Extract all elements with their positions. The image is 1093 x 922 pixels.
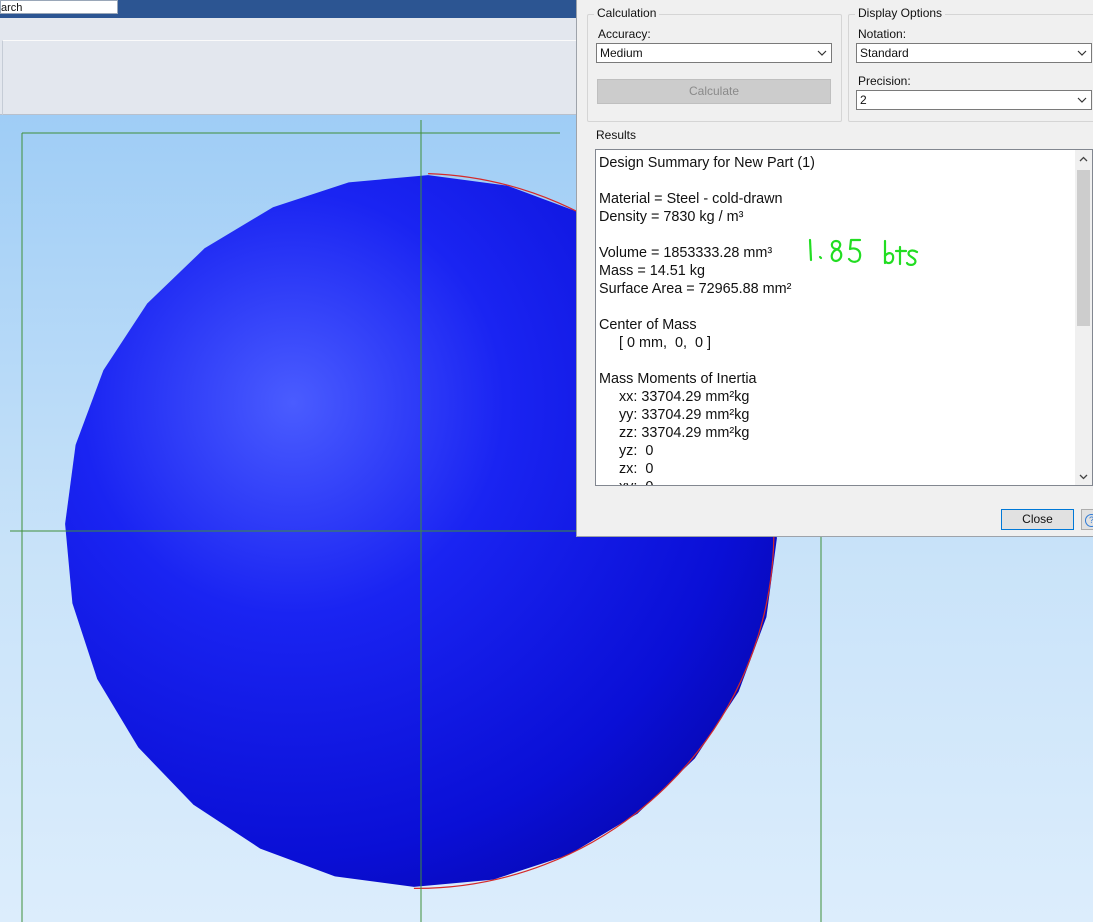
results-line: Volume = 1853333.28 mm³: [599, 245, 773, 261]
notation-label: Notation:: [858, 27, 907, 41]
chevron-down-icon: [1075, 44, 1089, 62]
accuracy-value: Medium: [600, 46, 643, 60]
precision-label: Precision:: [858, 74, 911, 88]
results-line: [599, 172, 815, 190]
chevron-down-icon: [815, 44, 829, 62]
results-line: Density = 7830 kg / m³: [599, 209, 744, 225]
results-scrollbar[interactable]: [1075, 150, 1092, 485]
results-line: [ 0 mm, 0, 0 ]: [599, 335, 711, 351]
results-line: Material = Steel - cold-drawn: [599, 191, 783, 207]
annotation-strokes: [808, 238, 919, 266]
accuracy-select[interactable]: Medium: [596, 43, 832, 63]
results-line: Center of Mass: [599, 317, 697, 333]
results-line: Surface Area = 72965.88 mm²: [599, 281, 792, 297]
results-line: zz: 33704.29 mm²kg: [599, 425, 750, 441]
results-line: yz: 0: [599, 443, 654, 459]
results-line: xy: 0: [599, 478, 815, 485]
ribbon: [0, 18, 577, 129]
help-icon: ?: [1085, 514, 1093, 527]
handwritten-annotation: [808, 238, 919, 266]
results-legend: Results: [593, 128, 640, 142]
notation-value: Standard: [860, 46, 909, 60]
calculate-button[interactable]: Calculate: [597, 79, 831, 104]
results-line: [599, 352, 815, 370]
scroll-up-icon[interactable]: [1075, 150, 1092, 167]
results-line: Design Summary for New Part (1): [599, 155, 815, 171]
results-line: Mass = 14.51 kg: [599, 263, 705, 279]
notation-select[interactable]: Standard: [856, 43, 1092, 63]
results-text-area[interactable]: Design Summary for New Part (1) Material…: [595, 149, 1093, 486]
results-line: [599, 226, 815, 244]
display-options-legend: Display Options: [855, 6, 946, 20]
results-line: [599, 298, 815, 316]
search-input[interactable]: arch: [0, 0, 118, 14]
results-text: Design Summary for New Part (1) Material…: [599, 154, 815, 485]
precision-value: 2: [860, 93, 867, 107]
scroll-down-icon[interactable]: [1075, 468, 1092, 485]
results-line: yy: 33704.29 mm²kg: [599, 407, 750, 423]
help-button[interactable]: ?: [1081, 509, 1093, 530]
results-line: Mass Moments of Inertia: [599, 371, 757, 387]
scrollbar-thumb[interactable]: [1077, 170, 1090, 326]
results-line: xx: 33704.29 mm²kg: [599, 389, 750, 405]
calculation-legend: Calculation: [594, 6, 660, 20]
precision-select[interactable]: 2: [856, 90, 1092, 110]
chevron-down-icon: [1075, 91, 1089, 109]
close-button[interactable]: Close: [1001, 509, 1074, 530]
accuracy-label: Accuracy:: [598, 27, 651, 41]
results-line: zx: 0: [599, 461, 654, 477]
